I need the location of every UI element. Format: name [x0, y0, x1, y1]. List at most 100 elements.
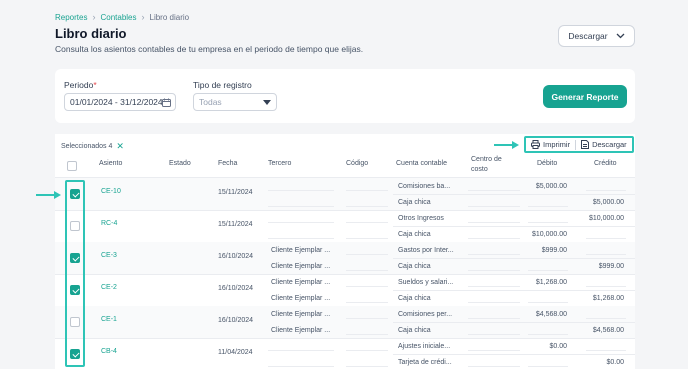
col-estado[interactable]: Estado [169, 160, 191, 167]
col-centro-line1: Centro de [471, 156, 502, 163]
empty-cell-line [468, 270, 520, 271]
page-subtitle: Consulta los asientos contables de tu em… [55, 44, 364, 54]
page-title: Libro diario [55, 26, 127, 41]
asiento-link[interactable]: CB-4 [101, 348, 117, 355]
record-type-label: Tipo de registro [193, 80, 252, 90]
record-type-value: Todas [199, 97, 222, 107]
empty-cell-line [586, 238, 626, 239]
row-debito: $1,268.00 [535, 279, 567, 286]
row-credito: $0.00 [606, 359, 624, 366]
download-dropdown-button[interactable]: Descargar [558, 25, 635, 47]
empty-cell-line [346, 302, 388, 303]
row-credito: $4,568.00 [592, 327, 624, 334]
empty-cell-line [346, 334, 388, 335]
empty-cell-line [268, 238, 334, 239]
period-value: 01/01/2024 - 31/12/2024 [70, 97, 163, 107]
col-credito[interactable]: Crédito [594, 160, 617, 167]
col-debito[interactable]: Débito [537, 160, 557, 167]
chevron-right-icon: › [92, 12, 96, 22]
row-cuenta: Caja chica [398, 327, 431, 334]
row-credito: $10,000.00 [588, 215, 624, 222]
empty-cell-line [468, 318, 520, 319]
row-divider [55, 338, 635, 339]
breadcrumb-reportes[interactable]: Reportes [55, 13, 87, 22]
empty-cell-line [346, 350, 388, 351]
required-marker: * [93, 80, 97, 90]
selection-summary: Seleccionados 4 ✕ [61, 141, 124, 152]
arrow-right-icon [54, 191, 61, 199]
col-fecha[interactable]: Fecha [218, 160, 237, 167]
row-divider [55, 210, 635, 211]
caret-down-icon [263, 100, 271, 105]
breadcrumb-contables[interactable]: Contables [100, 13, 136, 22]
row-tercero: Cliente Ejemplar ... [271, 247, 331, 254]
empty-cell-line [528, 366, 568, 367]
empty-cell-line [468, 254, 520, 255]
row-debito: $5,000.00 [535, 183, 567, 190]
empty-cell-line [268, 206, 334, 207]
period-label-text: Periodo [64, 80, 94, 90]
empty-cell-line [346, 270, 388, 271]
asiento-link[interactable]: CE-2 [101, 284, 117, 291]
empty-cell-line [468, 366, 520, 367]
line-divider [393, 322, 635, 323]
select-all-checkbox[interactable] [67, 161, 77, 171]
record-type-select[interactable]: Todas [193, 93, 277, 111]
row-debito: $0.00 [549, 343, 567, 350]
asiento-link[interactable]: CE-3 [101, 252, 117, 259]
empty-cell-line [346, 366, 388, 367]
row-debito: $10,000.00 [531, 231, 567, 238]
empty-cell-line [586, 286, 626, 287]
row-credito: $5,000.00 [592, 199, 624, 206]
period-date-input[interactable]: 01/01/2024 - 31/12/2024 [64, 93, 176, 111]
empty-cell-line [468, 302, 520, 303]
line-divider [393, 226, 635, 227]
row-tercero: Cliente Ejemplar ... [271, 263, 331, 270]
empty-cell-line [468, 222, 520, 223]
breadcrumb-current: Libro diario [149, 12, 190, 22]
empty-cell-line [586, 350, 626, 351]
empty-cell-line [346, 286, 388, 287]
clear-selection-icon[interactable]: ✕ [116, 141, 124, 152]
col-codigo[interactable]: Código [346, 160, 368, 167]
col-centro-costo[interactable]: Centro de costo [471, 155, 502, 175]
chevron-right-icon: › [141, 12, 145, 22]
table-toolbar: Imprimir Descargar [524, 136, 634, 153]
empty-cell-line [346, 206, 388, 207]
empty-cell-line [346, 238, 388, 239]
document-icon [581, 140, 590, 149]
line-divider [393, 354, 635, 355]
arrow-line [494, 144, 514, 146]
col-cuenta[interactable]: Cuenta contable [396, 160, 447, 167]
empty-cell-line [268, 222, 334, 223]
asiento-link[interactable]: CE-10 [101, 188, 121, 195]
empty-cell-line [468, 286, 520, 287]
empty-cell-line [468, 206, 520, 207]
row-cuenta: Tarjeta de crédi... [398, 359, 452, 366]
empty-cell-line [346, 222, 388, 223]
selection-count: Seleccionados 4 [61, 143, 113, 150]
col-asiento[interactable]: Asiento [99, 160, 122, 167]
asiento-link[interactable]: RC-4 [101, 220, 117, 227]
row-date: 16/10/2024 [218, 317, 254, 324]
empty-cell-line [268, 350, 334, 351]
asiento-link[interactable]: CE-1 [101, 316, 117, 323]
row-date: 15/11/2024 [218, 189, 253, 196]
row-cuenta: Comisiones ba... [398, 183, 451, 190]
row-cuenta: Sueldos y salari... [398, 279, 454, 286]
row-credito: $1,268.00 [592, 295, 624, 302]
line-divider [393, 258, 635, 259]
empty-cell-line [468, 190, 520, 191]
period-label: Periodo* [64, 80, 97, 90]
empty-cell-line [528, 334, 568, 335]
print-button[interactable]: Imprimir [526, 140, 575, 149]
empty-cell-line [586, 254, 626, 255]
col-tercero[interactable]: Tercero [268, 160, 291, 167]
table-download-button[interactable]: Descargar [576, 140, 632, 149]
empty-cell-line [468, 334, 520, 335]
printer-icon [531, 140, 540, 149]
line-divider [393, 194, 635, 195]
calendar-icon [162, 98, 171, 107]
table-download-label: Descargar [592, 140, 627, 149]
generate-report-button[interactable]: Generar Reporte [543, 85, 627, 108]
